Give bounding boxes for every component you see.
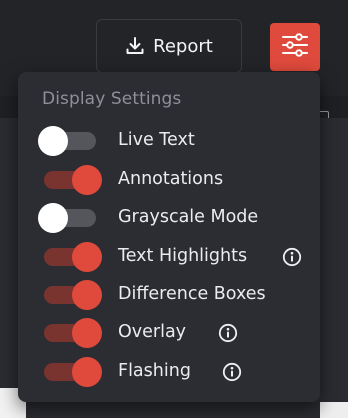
flashing-label: Flashing <box>118 361 191 381</box>
report-button-label: Report <box>153 35 213 57</box>
toggle-knob <box>38 126 68 156</box>
annotations-toggle[interactable] <box>38 165 102 195</box>
overlay-toggle[interactable] <box>38 318 102 348</box>
live-text-toggle[interactable] <box>38 126 98 156</box>
difference-boxes-label: Difference Boxes <box>118 284 266 304</box>
setting-row-grayscale-mode: Grayscale Mode <box>38 203 308 233</box>
toggle-knob <box>72 280 102 310</box>
text-highlights-toggle[interactable] <box>38 242 102 272</box>
document-page-edge-right <box>320 402 348 418</box>
info-icon[interactable] <box>218 323 238 343</box>
toggle-knob <box>72 165 102 195</box>
display-settings-panel: Display Settings Live Text Annotations Gra… <box>18 72 320 402</box>
panel-title: Display Settings <box>42 89 182 109</box>
toggle-knob <box>72 357 102 387</box>
setting-row-flashing: Flashing <box>38 357 308 387</box>
live-text-label: Live Text <box>118 130 195 150</box>
setting-row-difference-boxes: Difference Boxes <box>38 280 308 310</box>
text-highlights-label: Text Highlights <box>118 246 248 266</box>
flashing-toggle[interactable] <box>38 357 102 387</box>
download-icon <box>125 36 145 56</box>
setting-row-text-highlights: Text Highlights <box>38 242 308 272</box>
setting-row-live-text: Live Text <box>38 126 308 156</box>
setting-row-overlay: Overlay <box>38 318 308 348</box>
overlay-label: Overlay <box>118 322 187 342</box>
display-settings-button[interactable] <box>270 23 320 71</box>
toggle-knob <box>38 203 68 233</box>
info-icon[interactable] <box>222 362 242 382</box>
info-icon[interactable] <box>282 247 302 267</box>
sliders-icon <box>281 32 309 62</box>
toggle-knob <box>72 318 102 348</box>
grayscale-mode-toggle[interactable] <box>38 203 98 233</box>
toggle-knob <box>72 242 102 272</box>
setting-row-annotations: Annotations <box>38 165 308 195</box>
annotations-label: Annotations <box>118 169 224 189</box>
difference-boxes-toggle[interactable] <box>38 280 102 310</box>
report-button[interactable]: Report <box>96 19 242 73</box>
grayscale-mode-label: Grayscale Mode <box>118 207 259 227</box>
